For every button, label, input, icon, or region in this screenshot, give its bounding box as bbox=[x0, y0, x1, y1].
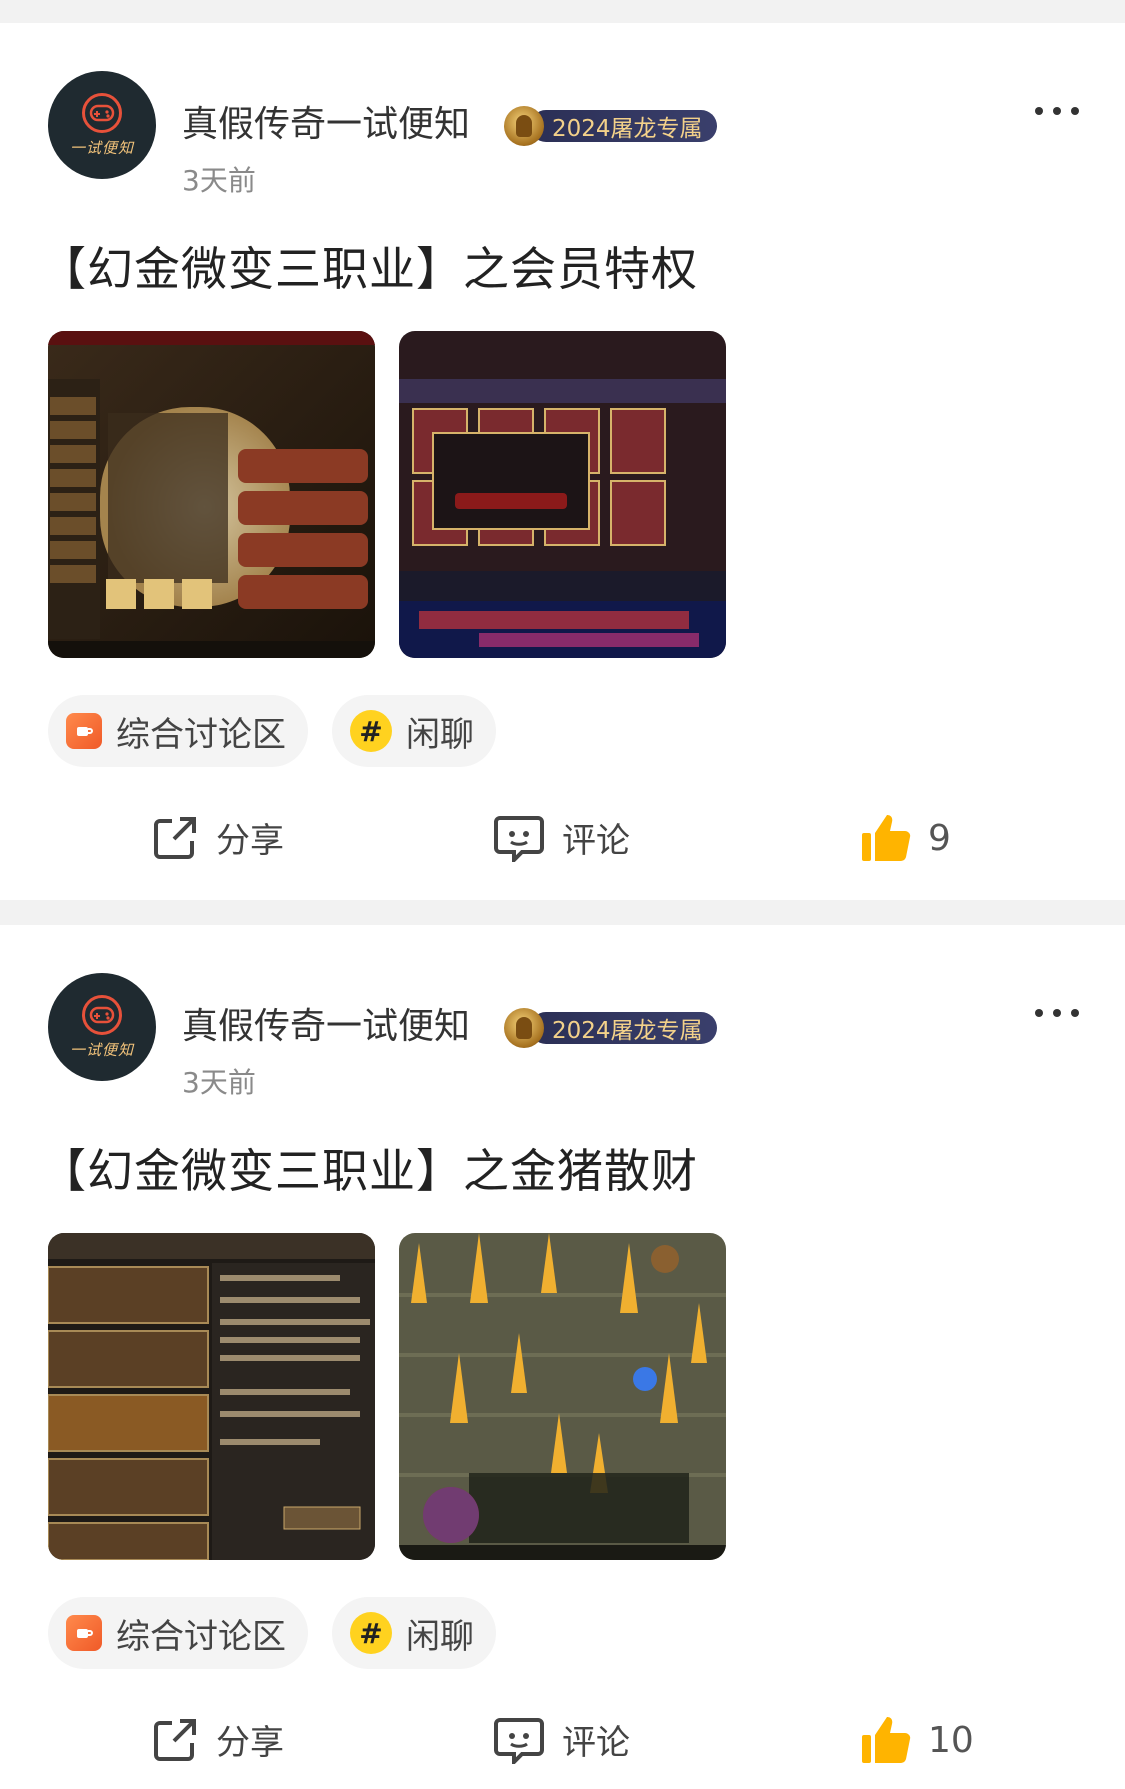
badge-label: 2024屠龙专属 bbox=[530, 110, 717, 142]
tag-chat[interactable]: # 闲聊 bbox=[332, 695, 496, 767]
share-icon bbox=[154, 816, 196, 859]
post-separator bbox=[0, 900, 1125, 925]
like-button[interactable]: 9 bbox=[860, 813, 951, 863]
medal-icon bbox=[504, 106, 544, 146]
comment-icon bbox=[494, 1717, 544, 1764]
image-gallery bbox=[48, 331, 726, 658]
coffee-cup-icon bbox=[66, 713, 102, 749]
gamepad-icon bbox=[82, 994, 122, 1035]
comment-icon bbox=[494, 815, 544, 862]
more-options-button[interactable] bbox=[1035, 107, 1079, 115]
tag-discussion[interactable]: 综合讨论区 bbox=[48, 1597, 308, 1669]
tag-label: 闲聊 bbox=[406, 1616, 474, 1657]
post-image[interactable] bbox=[48, 1233, 375, 1560]
avatar-brand-text: 一试便知 bbox=[69, 1040, 134, 1059]
share-label: 分享 bbox=[216, 821, 284, 861]
thumbs-up-icon bbox=[862, 1717, 911, 1763]
coffee-cup-icon bbox=[66, 1615, 102, 1651]
author-name[interactable]: 真假传奇一试便知 bbox=[182, 103, 470, 147]
hashtag-icon: # bbox=[350, 710, 392, 752]
comment-button[interactable]: 评论 bbox=[494, 813, 630, 862]
share-button[interactable]: 分享 bbox=[152, 813, 284, 862]
post-actions: 分享 评论 9 bbox=[0, 813, 1125, 877]
author-name[interactable]: 真假传奇一试便知 bbox=[182, 1005, 470, 1049]
tag-chat[interactable]: # 闲聊 bbox=[332, 1597, 496, 1669]
feed-post[interactable]: 一试便知 真假传奇一试便知 2024屠龙专属 3天前 【幻金微变三职业】之金猪散… bbox=[0, 925, 1125, 1789]
thumbs-up-icon bbox=[862, 815, 911, 861]
avatar[interactable]: 一试便知 bbox=[48, 71, 156, 179]
like-count: 10 bbox=[928, 1719, 974, 1761]
badge-label: 2024屠龙专属 bbox=[530, 1012, 717, 1044]
post-image[interactable] bbox=[399, 331, 726, 658]
user-badge[interactable]: 2024屠龙专属 bbox=[504, 106, 717, 146]
hashtag-icon: # bbox=[350, 1612, 392, 1654]
top-separator bbox=[0, 0, 1125, 23]
share-icon bbox=[154, 1718, 196, 1761]
comment-label: 评论 bbox=[562, 1723, 630, 1763]
post-title[interactable]: 【幻金微变三职业】之金猪散财 bbox=[40, 1143, 698, 1199]
image-gallery bbox=[48, 1233, 726, 1560]
post-time: 3天前 bbox=[182, 164, 256, 197]
post-actions: 分享 评论 10 bbox=[0, 1715, 1125, 1779]
like-button[interactable]: 10 bbox=[860, 1715, 974, 1765]
share-button[interactable]: 分享 bbox=[152, 1715, 284, 1764]
post-image[interactable] bbox=[48, 331, 375, 658]
comment-button[interactable]: 评论 bbox=[494, 1715, 630, 1764]
share-label: 分享 bbox=[216, 1723, 284, 1763]
post-title[interactable]: 【幻金微变三职业】之会员特权 bbox=[40, 241, 698, 297]
tag-discussion[interactable]: 综合讨论区 bbox=[48, 695, 308, 767]
post-time: 3天前 bbox=[182, 1066, 256, 1099]
post-image[interactable] bbox=[399, 1233, 726, 1560]
user-badge[interactable]: 2024屠龙专属 bbox=[504, 1008, 717, 1048]
gamepad-icon bbox=[82, 92, 122, 133]
avatar-brand-text: 一试便知 bbox=[69, 138, 134, 157]
tag-label: 闲聊 bbox=[406, 714, 474, 755]
like-count: 9 bbox=[928, 817, 951, 859]
tag-label: 综合讨论区 bbox=[116, 1616, 286, 1657]
comment-label: 评论 bbox=[562, 821, 630, 861]
topic-tags: 综合讨论区 # 闲聊 bbox=[48, 695, 496, 767]
more-options-button[interactable] bbox=[1035, 1009, 1079, 1017]
medal-icon bbox=[504, 1008, 544, 1048]
tag-label: 综合讨论区 bbox=[116, 714, 286, 755]
avatar[interactable]: 一试便知 bbox=[48, 973, 156, 1081]
topic-tags: 综合讨论区 # 闲聊 bbox=[48, 1597, 496, 1669]
feed-post[interactable]: 一试便知 真假传奇一试便知 2024屠龙专属 3天前 【幻金微变三职业】之会员特… bbox=[0, 23, 1125, 900]
